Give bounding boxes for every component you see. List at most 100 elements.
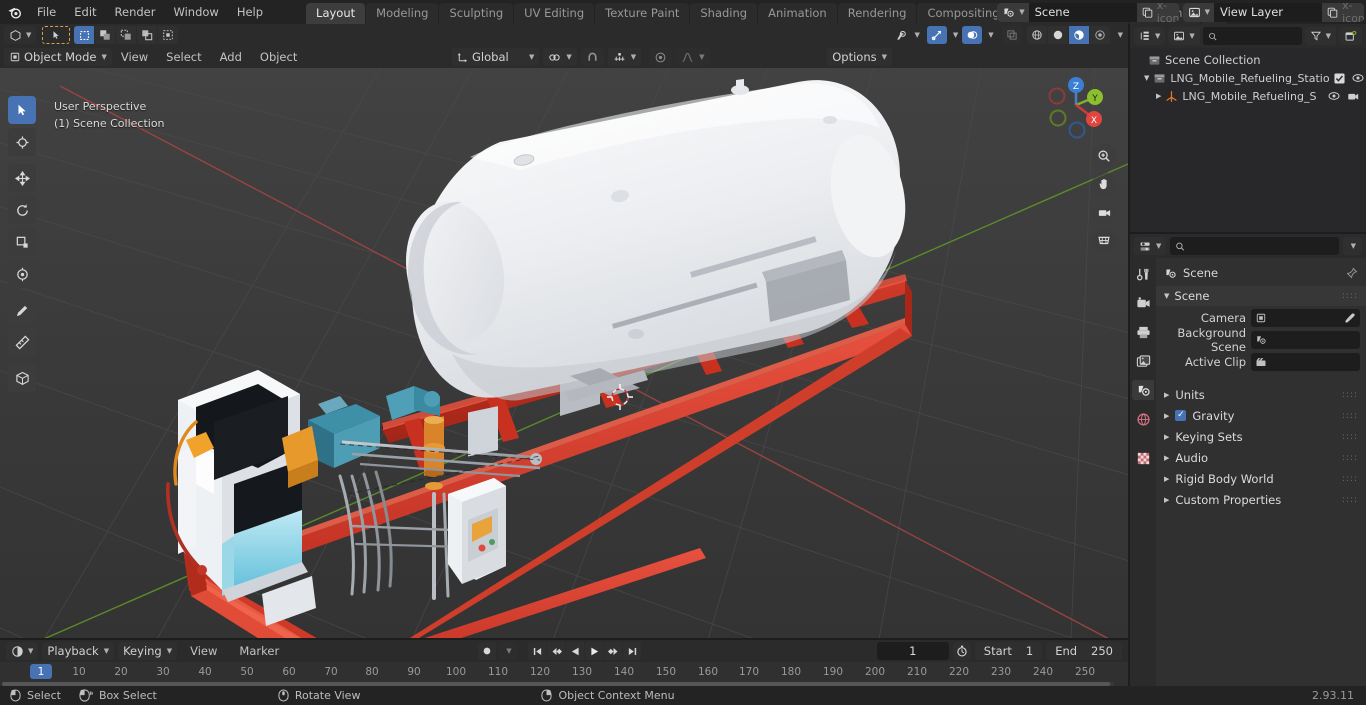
transform-orientation-dropdown[interactable]: Global ▼ <box>452 48 540 66</box>
menu-help[interactable]: Help <box>228 3 272 22</box>
xray-icon[interactable] <box>1001 26 1022 44</box>
checkbox-icon[interactable] <box>1334 72 1345 84</box>
ortho-persp-icon[interactable] <box>1092 228 1116 252</box>
tab-sculpting[interactable]: Sculpting <box>439 3 514 24</box>
tool-move[interactable] <box>8 164 36 192</box>
tab-texture-paint[interactable]: Texture Paint <box>595 3 690 24</box>
eye-icon[interactable] <box>1328 91 1340 102</box>
proportional-falloff-dropdown[interactable]: ▼ <box>676 48 710 66</box>
snap-dropdown[interactable] <box>580 48 604 66</box>
gizmo-dropdown[interactable]: ▼ <box>947 26 962 44</box>
gizmo-icon[interactable] <box>926 26 947 44</box>
camera-icon[interactable] <box>1092 200 1116 224</box>
panel-expander-down-icon[interactable]: ▼ <box>1164 292 1169 300</box>
outliner-display-mode-icon[interactable]: ▼ <box>1134 27 1166 45</box>
properties-tab-output[interactable] <box>1132 322 1154 342</box>
pivot-point-dropdown[interactable]: ▼ <box>543 48 577 66</box>
scene-icon[interactable]: ▼ <box>997 2 1029 22</box>
timeline-ruler[interactable]: 10 20 30 40 50 60 70 80 90 100 110 120 1… <box>0 662 1128 686</box>
outliner-row-lng-object[interactable]: ▶ LNG_Mobile_Refueling_S <box>1130 87 1366 105</box>
tab-rendering[interactable]: Rendering <box>837 3 917 24</box>
playhead[interactable]: 1 <box>30 664 52 679</box>
expander-down-icon[interactable]: ▼ <box>1144 74 1149 82</box>
outliner-search-field[interactable] <box>1221 29 1297 43</box>
funnel-icon[interactable]: ▼ <box>1304 27 1336 45</box>
editor-type-3dview-icon[interactable]: ▼ <box>4 26 37 44</box>
tool-select-box[interactable] <box>8 96 36 124</box>
play-icon[interactable] <box>585 642 603 660</box>
wireframe-icon[interactable] <box>1026 26 1047 44</box>
keying-dropdown[interactable]: Keying ▼ <box>118 642 178 660</box>
panel-expander-right-icon[interactable]: ▶ <box>1164 412 1169 420</box>
viewport-menu-object[interactable]: Object <box>251 48 306 67</box>
current-frame-field[interactable]: 1 <box>876 642 949 660</box>
record-icon[interactable] <box>478 642 496 660</box>
panel-expander-right-icon[interactable]: ▶ <box>1164 496 1169 504</box>
viewport-canvas[interactable]: User Perspective (1) Scene Collection Z … <box>0 24 1128 638</box>
frame-start-field[interactable]: Start 1 <box>974 642 1043 660</box>
panel-header-keying-sets[interactable]: ▶ Keying Sets :::: <box>1156 426 1366 447</box>
frame-end-field[interactable]: End 250 <box>1046 642 1122 660</box>
panel-header-gravity[interactable]: ▶ ✓ Gravity :::: <box>1156 405 1366 426</box>
play-reverse-icon[interactable] <box>566 642 584 660</box>
select-extend-icon[interactable] <box>95 26 116 44</box>
gravity-checkbox[interactable]: ✓ <box>1175 410 1187 421</box>
viewport-menu-select[interactable]: Select <box>157 48 210 67</box>
view-layer-name-field[interactable]: View Layer <box>1214 2 1322 22</box>
pin-icon[interactable] <box>1346 267 1358 279</box>
panel-expander-right-icon[interactable]: ▶ <box>1164 475 1169 483</box>
properties-tab-texture[interactable] <box>1132 448 1154 468</box>
hand-icon[interactable] <box>1092 172 1116 196</box>
record-dropdown[interactable]: ▼ <box>499 642 517 660</box>
snap-target-dropdown[interactable]: ▼ <box>607 48 642 66</box>
3d-viewport[interactable]: User Perspective (1) Scene Collection Z … <box>0 24 1128 638</box>
properties-menu-chevron-down-icon[interactable]: ▼ <box>1342 237 1362 255</box>
properties-search-input[interactable] <box>1170 237 1339 255</box>
proportional-edit-toggle[interactable] <box>649 48 673 66</box>
view-layer-icon[interactable]: ▼ <box>1182 2 1214 22</box>
expander-right-icon[interactable]: ▶ <box>1156 92 1161 100</box>
panel-expander-right-icon[interactable]: ▶ <box>1164 454 1169 462</box>
active-clip-field[interactable] <box>1251 353 1360 371</box>
scene-name-field[interactable]: Scene <box>1028 2 1137 22</box>
overlays-icon[interactable] <box>962 26 983 44</box>
viewport-menu-view[interactable]: View <box>112 48 157 67</box>
tab-layout[interactable]: Layout <box>306 3 366 24</box>
tab-uv-editing[interactable]: UV Editing <box>514 3 595 24</box>
camera-field[interactable] <box>1251 309 1360 327</box>
solid-icon[interactable] <box>1047 26 1068 44</box>
panel-header-custom-properties[interactable]: ▶ Custom Properties :::: <box>1156 489 1366 510</box>
tool-measure[interactable] <box>8 328 36 356</box>
panel-expander-right-icon[interactable]: ▶ <box>1164 433 1169 441</box>
blender-logo-icon[interactable] <box>0 0 28 24</box>
select-difference-icon[interactable] <box>158 26 179 44</box>
overlays-dropdown[interactable]: ▼ <box>982 26 997 44</box>
duplicate-view-layer-icon[interactable] <box>1322 2 1343 22</box>
properties-tab-render[interactable] <box>1132 293 1154 313</box>
lng-refueling-station-model[interactable] <box>0 24 1128 638</box>
viewport-menu-add[interactable]: Add <box>211 48 251 67</box>
panel-header-units[interactable]: ▶ Units :::: <box>1156 384 1366 405</box>
zoom-icon[interactable] <box>1092 144 1116 168</box>
tab-shading[interactable]: Shading <box>690 3 758 24</box>
tool-add-cube[interactable] <box>8 364 36 392</box>
outliner-row-scene-collection[interactable]: Scene Collection <box>1130 51 1366 69</box>
properties-tab-tool[interactable] <box>1132 264 1154 284</box>
filter-id-icon[interactable]: ▼ <box>1168 27 1200 45</box>
visibility-icon[interactable]: ▼ <box>890 26 924 44</box>
jump-start-icon[interactable] <box>528 642 546 660</box>
tool-transform[interactable] <box>8 260 36 288</box>
camera-render-icon[interactable] <box>1347 91 1359 102</box>
material-preview-icon[interactable] <box>1068 26 1089 44</box>
background-scene-field[interactable] <box>1251 331 1360 349</box>
shading-dropdown[interactable]: ▼ <box>1111 26 1128 44</box>
timeline-menu-view[interactable]: View <box>181 642 226 661</box>
tab-compositing[interactable]: Compositing <box>917 3 1010 24</box>
tweak-select-icon[interactable] <box>42 26 71 44</box>
prev-keyframe-icon[interactable] <box>547 642 565 660</box>
tab-animation[interactable]: Animation <box>758 3 837 24</box>
options-dropdown[interactable]: Options ▼ <box>827 48 892 66</box>
properties-search-field[interactable] <box>1189 239 1334 253</box>
menu-file[interactable]: File <box>28 3 65 22</box>
timeline-editor-icon[interactable]: ▼ <box>6 642 39 660</box>
